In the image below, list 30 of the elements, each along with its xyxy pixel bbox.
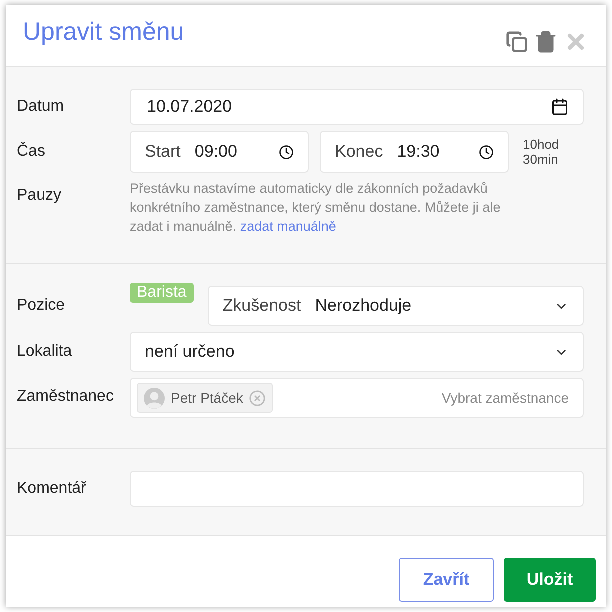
employee-chip[interactable]: Petr Ptáček — [137, 383, 274, 413]
breaks-note: Přestávku nastavíme automaticky dle zákonních požadavků konkrétního zaměstnance, který směnu dostane. Můžete ji ale zadat i manuálně. zadat manuálně — [130, 180, 502, 236]
save-button[interactable]: Uložit — [504, 558, 596, 602]
field-label: Pozice — [16, 297, 66, 315]
avatar-icon — [144, 388, 165, 408]
calendar-icon — [551, 98, 569, 116]
field-label: Zaměstnanec — [16, 388, 115, 406]
position-tag: Barista — [130, 283, 194, 303]
clock-icon — [279, 144, 294, 160]
remove-icon[interactable] — [249, 390, 266, 406]
employee-field[interactable]: Petr Ptáček Vybrat zaměstnance — [130, 378, 584, 418]
field-label: Lokalita — [16, 343, 74, 361]
date-field[interactable]: 10.07.2020 — [130, 89, 584, 125]
time-field[interactable]: Konec 19:30 — [320, 131, 509, 173]
clock-icon — [479, 144, 494, 160]
dialog-title: Upravit směnu — [23, 18, 184, 47]
field-label: Pauzy — [16, 187, 62, 205]
close-button[interactable]: Zavřít — [399, 558, 494, 602]
duration-text: 10hod 30min — [523, 137, 560, 167]
time-field[interactable]: Start 09:00 — [130, 131, 309, 173]
location-select[interactable]: není určeno — [130, 332, 584, 372]
manual-link[interactable]: zadat manuálně — [240, 219, 336, 234]
field-label: Datum — [16, 98, 66, 116]
experience-select[interactable]: Zkušenost Nerozhoduje — [208, 286, 584, 326]
field-label: Čas — [16, 143, 46, 161]
employee-placeholder: Vybrat zaměstnance — [442, 390, 569, 406]
trash-icon[interactable] — [534, 30, 558, 54]
field-label: Komentář — [16, 480, 88, 498]
copy-icon[interactable] — [506, 30, 528, 52]
comment-field[interactable] — [130, 471, 584, 507]
